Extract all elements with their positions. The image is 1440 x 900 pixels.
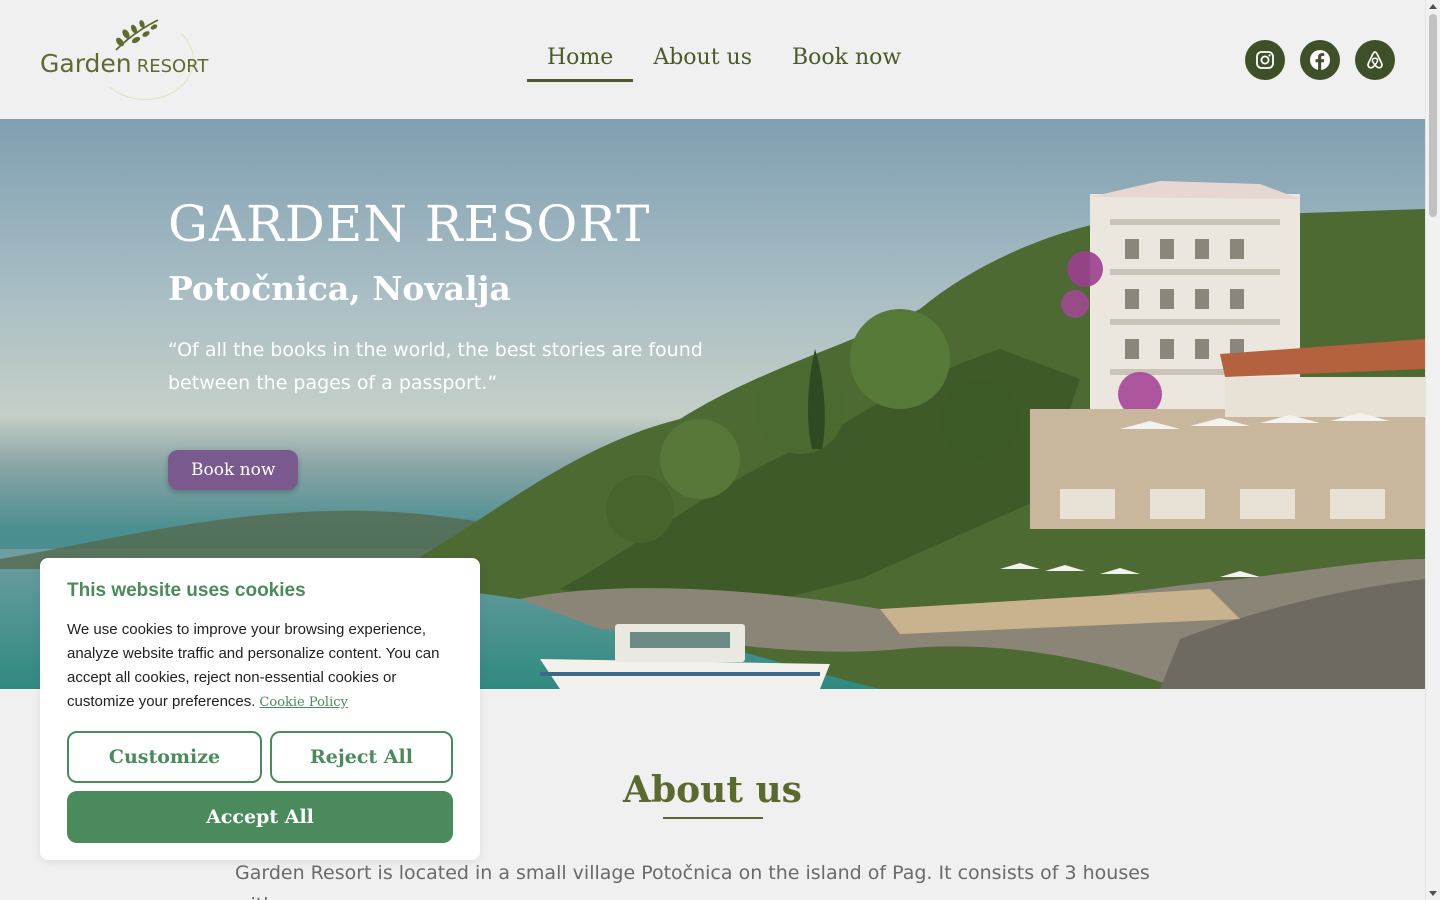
cookie-banner: This website uses cookies We use cookies… [40, 558, 480, 860]
olive-branch-icon [115, 19, 159, 51]
about-text: Garden Resort is located in a small vill… [235, 862, 1150, 900]
customize-button[interactable]: Customize [67, 731, 262, 783]
hero-quote: “Of all the books in the world, the best… [168, 339, 703, 394]
cookie-description: We use cookies to improve your browsing … [67, 621, 440, 710]
logo[interactable]: Garden RESORT [38, 16, 208, 104]
site-header: Garden RESORT Home About us Book now [0, 0, 1425, 119]
airbnb-button[interactable] [1355, 40, 1395, 80]
reject-all-button[interactable]: Reject All [270, 731, 453, 783]
accept-all-button[interactable]: Accept All [67, 791, 453, 843]
about-title-underline [663, 817, 763, 819]
scroll-down-arrow-icon[interactable] [1429, 891, 1437, 896]
page-scrollbar[interactable] [1425, 0, 1440, 900]
nav-home[interactable]: Home [527, 40, 634, 82]
logo-text: Garden RESORT [40, 49, 208, 78]
nav-about-us[interactable]: About us [633, 40, 772, 82]
hero-title: GARDEN RESORT [168, 195, 651, 253]
cookie-title: This website uses cookies [67, 580, 306, 601]
main-nav: Home About us Book now [527, 40, 921, 82]
cookie-button-row: Customize Reject All [67, 731, 453, 783]
instagram-icon [1256, 51, 1274, 69]
logo-word-garden: Garden [40, 49, 132, 78]
scroll-up-arrow-icon[interactable] [1429, 4, 1437, 9]
airbnb-icon [1367, 51, 1383, 69]
hero-book-now-button[interactable]: Book now [168, 450, 299, 490]
social-links [1245, 40, 1395, 80]
scroll-thumb[interactable] [1429, 14, 1437, 217]
hero-content: GARDEN RESORT Potočnica, Novalja “Of all… [168, 195, 728, 490]
cookie-policy-link[interactable]: Cookie Policy [259, 695, 347, 710]
cookie-text: We use cookies to improve your browsing … [67, 618, 453, 715]
logo-word-resort: RESORT [136, 56, 209, 77]
nav-book-now[interactable]: Book now [772, 40, 921, 82]
facebook-button[interactable] [1300, 40, 1340, 80]
facebook-icon [1310, 50, 1330, 70]
hero-subtitle: Potočnica, Novalja [168, 269, 511, 308]
instagram-button[interactable] [1245, 40, 1285, 80]
